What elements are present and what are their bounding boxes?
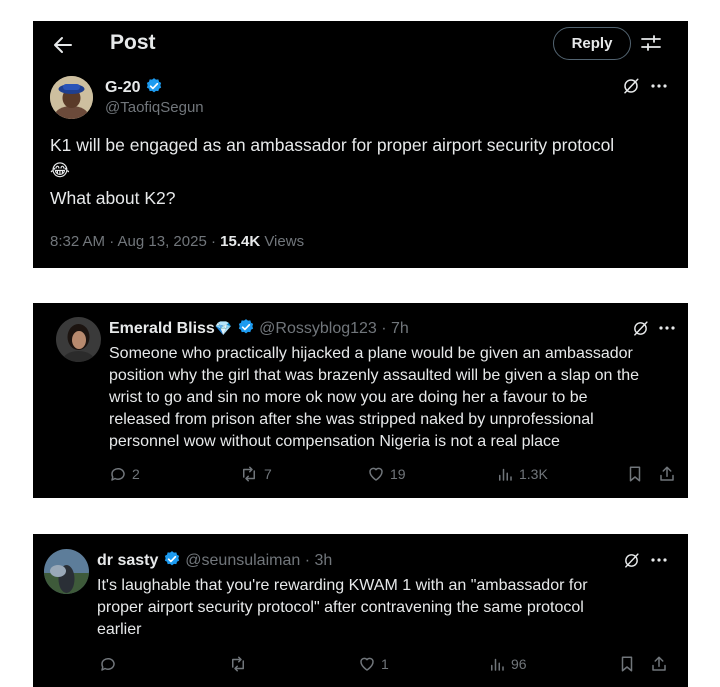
- reply-button[interactable]: Reply: [553, 27, 631, 60]
- author-handle[interactable]: @TaofiqSegun: [105, 99, 204, 116]
- reply-text-line: earlier: [97, 621, 142, 638]
- laughing-emoji: 😂: [50, 161, 70, 180]
- avatar[interactable]: [50, 76, 93, 119]
- reply-text: It's laughable that you're rewarding KWA…: [97, 575, 588, 641]
- more-icon[interactable]: [659, 325, 675, 331]
- more-icon[interactable]: [651, 557, 667, 563]
- author-handle[interactable]: @Rossyblog123 · 7h: [259, 320, 409, 337]
- author-row: dr sasty @seunsulaiman · 3h: [97, 550, 332, 570]
- reply-text-line: It's laughable that you're rewarding KWA…: [97, 577, 588, 594]
- like-action[interactable]: 1: [358, 655, 389, 673]
- verified-icon: [163, 550, 181, 568]
- grok-icon[interactable]: [632, 320, 649, 337]
- post-text-line: K1 will be engaged as an ambassador for …: [50, 135, 615, 155]
- reply-text-line: Someone who practically hijacked a plane…: [109, 345, 633, 362]
- reply-panel: dr sasty @seunsulaiman · 3h It's laughab…: [33, 534, 688, 687]
- share-icon[interactable]: [658, 465, 676, 483]
- bookmark-icon[interactable]: [626, 465, 644, 483]
- reply-text-line: position why the girl that was brazenly …: [109, 367, 640, 384]
- reply-action[interactable]: 2: [109, 465, 140, 483]
- repost-action[interactable]: 7: [239, 465, 272, 483]
- avatar[interactable]: [44, 549, 89, 594]
- more-icon[interactable]: [651, 83, 667, 89]
- reply-text-line: wrist to go and sin no more ok now you a…: [109, 389, 588, 406]
- back-arrow-icon[interactable]: [51, 33, 75, 57]
- reply-count: 2: [132, 466, 140, 482]
- views-count: 96: [511, 656, 527, 672]
- verified-icon: [237, 318, 255, 336]
- views-label: Views: [260, 233, 305, 250]
- share-icon[interactable]: [650, 655, 668, 673]
- page-title: Post: [110, 31, 156, 54]
- author-name[interactable]: Emerald Bliss: [109, 320, 215, 337]
- like-action[interactable]: 19: [367, 465, 406, 483]
- grok-icon[interactable]: [622, 77, 640, 95]
- author-name[interactable]: dr sasty: [97, 552, 158, 569]
- reply-action[interactable]: [99, 655, 122, 673]
- bookmark-icon[interactable]: [618, 655, 636, 673]
- views-action[interactable]: 1.3K: [496, 465, 548, 483]
- author-handle[interactable]: @seunsulaiman · 3h: [185, 552, 332, 569]
- author-row: Emerald Bliss💎 @Rossyblog123 · 7h: [109, 318, 409, 338]
- post-meta: 8:32 AM · Aug 13, 2025 · 15.4K Views: [50, 233, 304, 250]
- adjust-icon[interactable]: [639, 31, 663, 55]
- views-action[interactable]: 96: [488, 655, 527, 673]
- views-count: 15.4K: [220, 233, 261, 250]
- grok-icon[interactable]: [623, 552, 640, 569]
- repost-action[interactable]: [228, 655, 253, 673]
- like-count: 19: [390, 466, 406, 482]
- avatar[interactable]: [56, 317, 101, 362]
- reply-panel: Emerald Bliss💎 @Rossyblog123 · 7h Someon…: [33, 303, 688, 498]
- views-count: 1.3K: [519, 466, 548, 482]
- reply-text-line: personnel wow without compensation Niger…: [109, 433, 560, 450]
- author-row: G-20: [105, 77, 163, 97]
- repost-count: 7: [264, 466, 272, 482]
- timestamp[interactable]: 8:32 AM · Aug 13, 2025 ·: [50, 233, 220, 250]
- like-count: 1: [381, 656, 389, 672]
- reply-text-line: proper airport security protocol" after …: [97, 599, 584, 616]
- name-emoji: 💎: [214, 320, 233, 336]
- post-text-line: What about K2?: [50, 188, 176, 208]
- author-name[interactable]: G-20: [105, 79, 141, 96]
- verified-icon: [145, 77, 163, 95]
- main-post-panel: Post Reply G-20 @TaofiqSegun K1 will be …: [33, 21, 688, 268]
- reply-text: Someone who practically hijacked a plane…: [109, 343, 639, 453]
- reply-text-line: released from prison after she was strip…: [109, 411, 594, 428]
